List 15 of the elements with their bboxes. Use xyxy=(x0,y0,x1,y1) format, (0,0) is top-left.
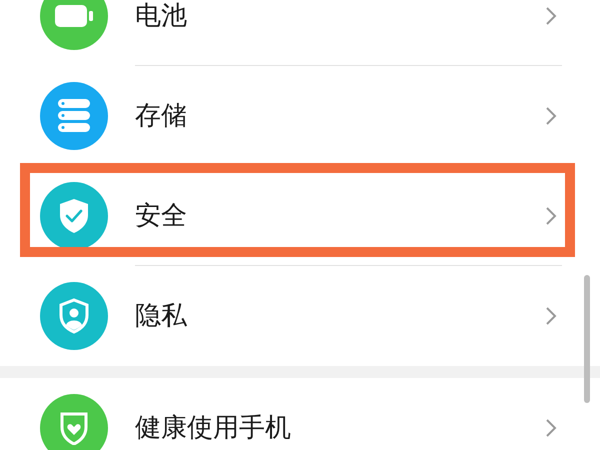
battery-icon xyxy=(54,4,94,28)
chevron-right-icon xyxy=(545,6,557,26)
settings-item-label[interactable]: 健康使用手机 xyxy=(135,408,291,448)
chevron-right-icon xyxy=(545,106,557,126)
settings-item-label[interactable]: 电池 xyxy=(135,0,187,36)
shield-heart-icon xyxy=(59,411,89,445)
chevron-right-icon xyxy=(545,306,557,326)
chevron-right-icon xyxy=(545,418,557,438)
settings-item-label[interactable]: 安全 xyxy=(135,196,187,236)
shield-check-icon xyxy=(59,198,89,234)
storage-icon xyxy=(57,99,91,133)
shield-person-icon xyxy=(59,298,89,334)
chevron-right-icon xyxy=(545,206,557,226)
settings-item-label[interactable]: 存储 xyxy=(135,96,187,136)
settings-item-label[interactable]: 隐私 xyxy=(135,296,187,336)
